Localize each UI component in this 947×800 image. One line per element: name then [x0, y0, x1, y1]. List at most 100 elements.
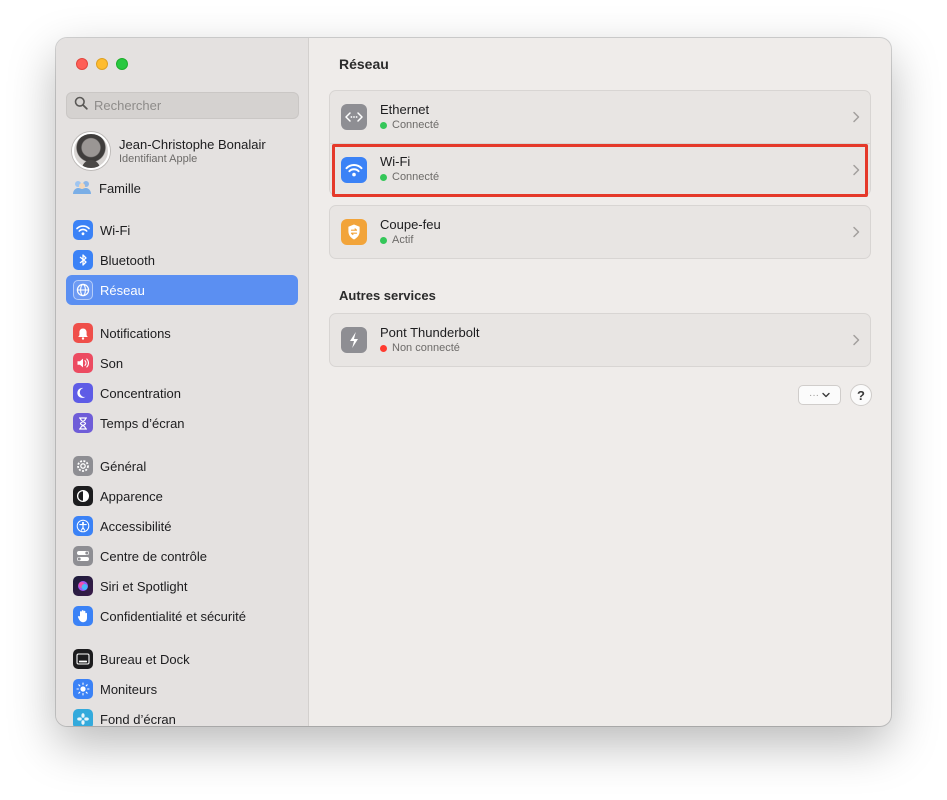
avatar — [72, 132, 110, 170]
status-dot — [380, 174, 387, 181]
sidebar-item-label: Notifications — [100, 325, 171, 341]
chevron-right-icon — [852, 225, 860, 243]
network-services-card: Ethernet Connecté Wi-Fi Connecté — [329, 90, 871, 196]
sidebar-item-label: Wi-Fi — [100, 222, 131, 238]
sun-icon — [73, 679, 93, 699]
bell-icon — [73, 323, 93, 343]
sidebar-item-famille[interactable]: Famille — [72, 178, 141, 199]
sidebar-item-son[interactable]: Son — [66, 348, 298, 378]
sidebar-group-connectivity: Wi-Fi Bluetooth Réseau — [66, 215, 298, 305]
sidebar-item-notifications[interactable]: Notifications — [66, 318, 298, 348]
service-status: Connecté — [380, 118, 439, 133]
sidebar-item-concentration[interactable]: Concentration — [66, 378, 298, 408]
bluetooth-icon — [73, 250, 93, 270]
sidebar-item-label: Siri et Spotlight — [100, 578, 188, 594]
sidebar: Rechercher Jean-Christophe Bonalair Iden… — [56, 38, 309, 726]
profile-subtitle: Identifiant Apple — [119, 152, 198, 165]
service-status: Non connecté — [380, 341, 480, 356]
service-row-coupe-feu[interactable]: Coupe-feu Actif — [330, 206, 870, 258]
sidebar-group-display: Bureau et Dock Moniteurs Fond d’écran — [66, 644, 298, 726]
more-actions-button[interactable]: ··· — [798, 385, 841, 405]
window-controls — [76, 58, 128, 70]
famille-label: Famille — [99, 181, 141, 196]
sidebar-item-label: Bluetooth — [100, 252, 155, 268]
speaker-icon — [73, 353, 93, 373]
sidebar-item-label: Moniteurs — [100, 681, 158, 697]
service-status-label: Connecté — [392, 118, 440, 131]
apple-id-profile[interactable]: Jean-Christophe Bonalair Identifiant App… — [72, 132, 266, 170]
sidebar-item-siri-spotlight[interactable]: Siri et Spotlight — [66, 571, 298, 601]
flower-icon — [73, 709, 93, 726]
sidebar-item-fond-ecran[interactable]: Fond d’écran — [66, 704, 298, 726]
ethernet-icon — [341, 104, 367, 130]
service-status-label: Non connecté — [392, 341, 460, 354]
sidebar-item-label: Fond d’écran — [100, 711, 176, 727]
page-title: Réseau — [339, 56, 389, 72]
sidebar-item-label: Apparence — [100, 488, 163, 504]
sidebar-item-label: Accessibilité — [100, 518, 172, 534]
sidebar-item-wifi[interactable]: Wi-Fi — [66, 215, 298, 245]
sidebar-item-label: Son — [100, 355, 124, 371]
siri-icon — [73, 576, 93, 596]
service-status-label: Connecté — [392, 171, 440, 183]
chevron-right-icon — [852, 333, 860, 351]
sidebar-item-label: Concentration — [100, 385, 181, 401]
search-icon — [74, 96, 88, 115]
sidebar-item-label: Réseau — [100, 282, 145, 298]
sidebar-group-notifications: Notifications Son Concentration Temps d’… — [66, 318, 298, 438]
service-name: Ethernet — [380, 101, 430, 117]
close-window-button[interactable] — [76, 58, 88, 70]
gear-icon — [73, 456, 93, 476]
help-button[interactable]: ? — [850, 384, 872, 406]
more-label: ··· — [809, 389, 819, 401]
sidebar-item-temps-ecran[interactable]: Temps d’écran — [66, 408, 298, 438]
status-dot — [380, 121, 387, 129]
sidebar-group-general: Général Apparence Accessibilité Centre d… — [66, 451, 298, 631]
service-row-pont-thunderbolt[interactable]: Pont Thunderbolt Non connecté — [330, 314, 870, 366]
service-name: Coupe-feu — [380, 216, 441, 232]
status-dot — [380, 236, 387, 244]
settings-window: Rechercher Jean-Christophe Bonalair Iden… — [56, 38, 891, 726]
search-placeholder: Rechercher — [94, 98, 162, 113]
service-name: Pont Thunderbolt — [380, 324, 480, 340]
wifi-icon — [73, 220, 93, 240]
hand-icon — [73, 606, 93, 626]
service-row-ethernet[interactable]: Ethernet Connecté — [330, 91, 870, 143]
sidebar-item-label: Confidentialité et sécurité — [100, 608, 246, 624]
minimize-window-button[interactable] — [96, 58, 108, 70]
profile-name: Jean-Christophe Bonalair — [119, 136, 266, 152]
appearance-icon — [73, 486, 93, 506]
sidebar-item-label: Centre de contrôle — [100, 548, 207, 564]
sidebar-item-bluetooth[interactable]: Bluetooth — [66, 245, 298, 275]
service-status-label: Actif — [392, 233, 414, 246]
section-title-autres-services: Autres services — [339, 288, 436, 303]
thunderbolt-icon — [341, 327, 367, 353]
service-row-wifi[interactable]: Wi-Fi Connecté — [330, 143, 870, 195]
sidebar-item-moniteurs[interactable]: Moniteurs — [66, 674, 298, 704]
sidebar-item-apparence[interactable]: Apparence — [66, 481, 298, 511]
chevron-right-icon — [852, 110, 860, 128]
dock-icon — [73, 649, 93, 669]
sidebar-item-label: Temps d’écran — [100, 415, 185, 431]
sidebar-item-accessibilite[interactable]: Accessibilité — [66, 511, 298, 541]
sidebar-item-centre-controle[interactable]: Centre de contrôle — [66, 541, 298, 571]
sidebar-item-reseau[interactable]: Réseau — [66, 275, 298, 305]
service-status: Actif — [380, 233, 441, 248]
chevron-down-icon — [822, 390, 830, 401]
toggles-icon — [73, 546, 93, 566]
chevron-right-icon — [852, 163, 860, 181]
firewall-icon — [341, 219, 367, 245]
sidebar-item-bureau-dock[interactable]: Bureau et Dock — [66, 644, 298, 674]
service-status: Connecté — [380, 170, 439, 185]
service-name: Wi-Fi — [380, 154, 411, 169]
wifi-icon — [341, 156, 367, 183]
sidebar-item-confidentialite[interactable]: Confidentialité et sécurité — [66, 601, 298, 631]
sidebar-item-label: Bureau et Dock — [100, 651, 190, 667]
accessibility-icon — [73, 516, 93, 536]
main-content: Réseau Ethernet Connecté Wi-Fi Connecté … — [309, 38, 891, 726]
zoom-window-button[interactable] — [116, 58, 128, 70]
status-dot — [380, 344, 387, 352]
sidebar-item-general[interactable]: Général — [66, 451, 298, 481]
other-services-card: Pont Thunderbolt Non connecté — [329, 313, 871, 367]
search-input[interactable]: Rechercher — [66, 92, 299, 119]
